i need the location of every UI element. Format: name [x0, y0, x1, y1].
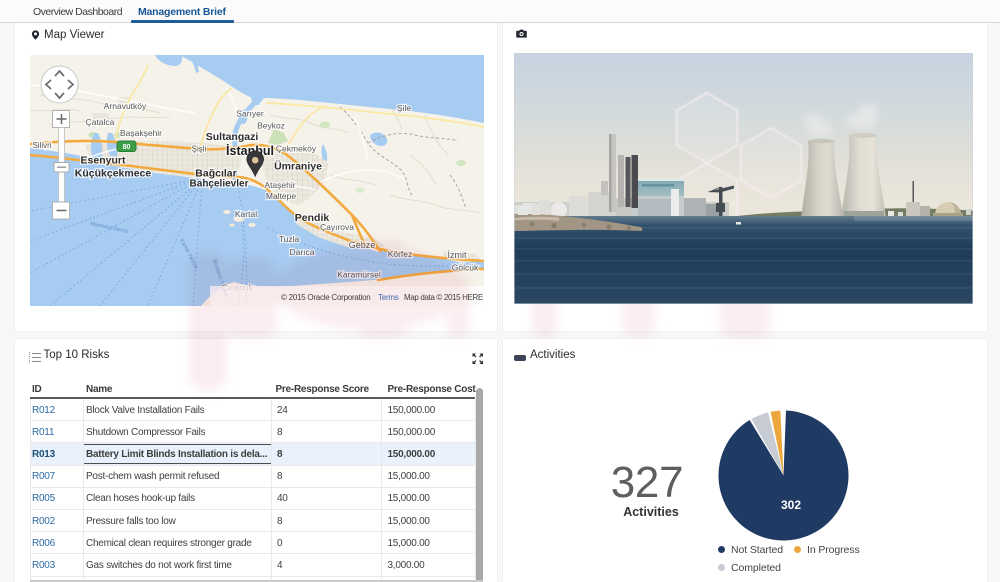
svg-text:Bahçelievler: Bahçelievler [190, 178, 249, 189]
svg-text:Pendik: Pendik [295, 212, 330, 224]
svg-text:Ümraniye: Ümraniye [274, 159, 322, 172]
svg-text:Körfez: Körfez [388, 249, 413, 259]
svg-text:© 2015 Oracle Corporation: © 2015 Oracle Corporation [281, 293, 370, 302]
svg-text:Beykoz: Beykoz [257, 120, 285, 130]
svg-text:Ataşehir: Ataşehir [264, 180, 295, 190]
svg-text:Sarıyer: Sarıyer [236, 108, 264, 118]
svg-text:Sultangazi: Sultangazi [206, 131, 259, 143]
svg-text:Gölcük: Gölcük [452, 262, 479, 272]
svg-text:Tuzla: Tuzla [279, 234, 300, 244]
svg-text:Terms: Terms [378, 293, 399, 302]
svg-text:Karamürsel: Karamürsel [337, 269, 381, 279]
svg-text:Esenyurt: Esenyurt [81, 154, 126, 166]
svg-text:Gebze: Gebze [349, 240, 376, 250]
svg-text:Arnavutköy: Arnavutköy [104, 101, 147, 111]
svg-text:Çatalca: Çatalca [86, 117, 115, 127]
svg-text:Kartal: Kartal [235, 209, 257, 219]
svg-text:Şişli: Şişli [192, 144, 207, 153]
svg-text:Çekmeköy: Çekmeköy [276, 143, 317, 153]
svg-text:Map data © 2015 HERE: Map data © 2015 HERE [404, 293, 483, 302]
svg-text:Şile: Şile [397, 103, 411, 113]
svg-text:Darıca: Darıca [289, 247, 314, 257]
svg-text:Silivri: Silivri [32, 141, 51, 150]
svg-text:İzmit: İzmit [448, 250, 467, 260]
svg-text:Küçükçekmece: Küçükçekmece [75, 167, 152, 179]
svg-text:Başakşehir: Başakşehir [120, 128, 162, 138]
svg-text:80: 80 [123, 144, 131, 151]
svg-text:Maltepe: Maltepe [266, 191, 297, 201]
